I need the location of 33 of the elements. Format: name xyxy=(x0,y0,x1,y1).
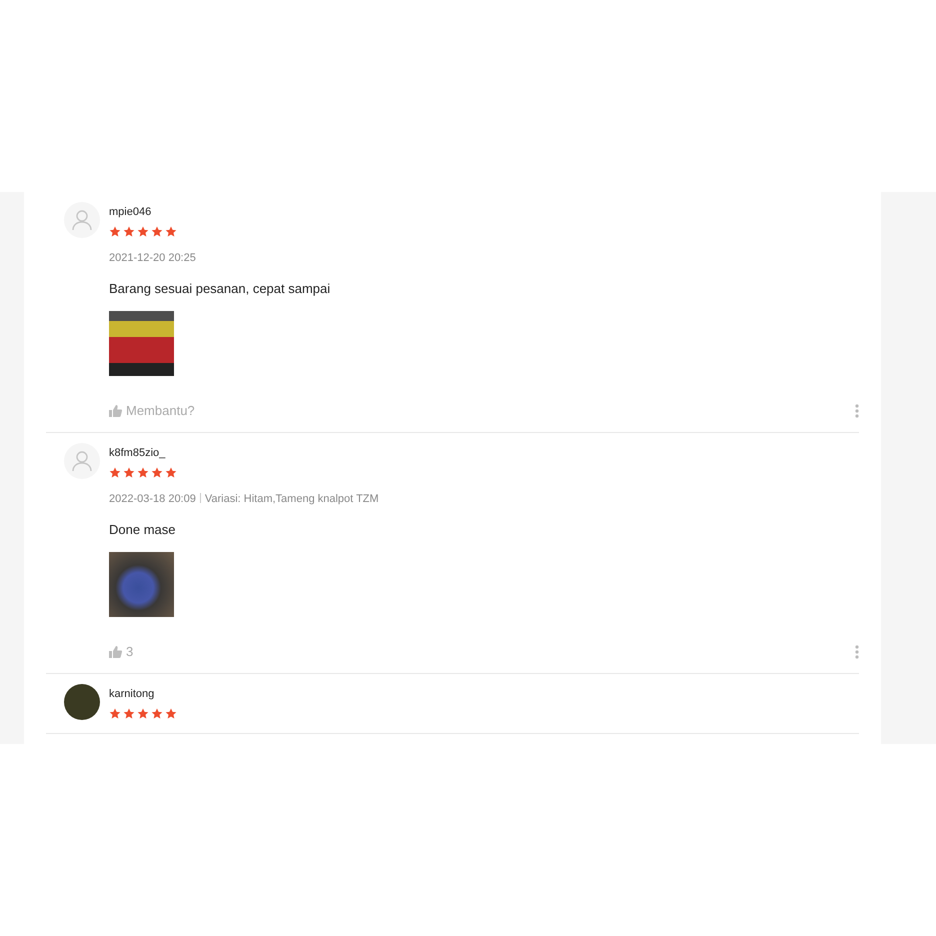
more-options-icon[interactable] xyxy=(855,404,859,418)
star-icon xyxy=(165,708,177,719)
more-options-icon[interactable] xyxy=(855,644,859,658)
person-icon xyxy=(71,209,93,231)
star-icon xyxy=(123,467,135,478)
star-icon xyxy=(137,467,149,478)
helpful-button[interactable]: 3 xyxy=(109,644,134,659)
person-icon xyxy=(71,450,93,472)
star-icon xyxy=(137,226,149,237)
thumbs-up-icon xyxy=(109,404,122,416)
photo-placeholder[interactable] xyxy=(109,311,174,376)
star-icon xyxy=(109,226,121,237)
star-icon xyxy=(109,467,121,478)
star-icon xyxy=(165,226,177,237)
review-date: 2021-12-20 20:25 xyxy=(109,252,196,264)
username: k8fm85zio_ xyxy=(109,446,166,460)
review-text: Done mase xyxy=(109,522,176,538)
username: karnitong xyxy=(109,687,156,701)
star-icon xyxy=(123,226,135,237)
review-text: Barang sesuai pesanan, cepat sampai xyxy=(109,281,332,297)
thumbs-up-icon xyxy=(109,646,122,658)
variation-text: Variasi: Hitam,Tameng knalpot TZM xyxy=(204,493,379,505)
avatar-placeholder xyxy=(64,684,100,720)
star-icon xyxy=(151,708,163,719)
username: mpie046 xyxy=(109,205,152,219)
star-icon xyxy=(165,467,177,478)
star-icon xyxy=(109,708,121,719)
star-icon xyxy=(151,467,163,478)
star-icon xyxy=(151,226,163,237)
star-icon xyxy=(137,708,149,719)
star-icon xyxy=(123,708,135,719)
review-date: 2022-03-18 20:09 xyxy=(109,493,196,505)
helpful-button[interactable]: Membantu? xyxy=(109,403,195,418)
